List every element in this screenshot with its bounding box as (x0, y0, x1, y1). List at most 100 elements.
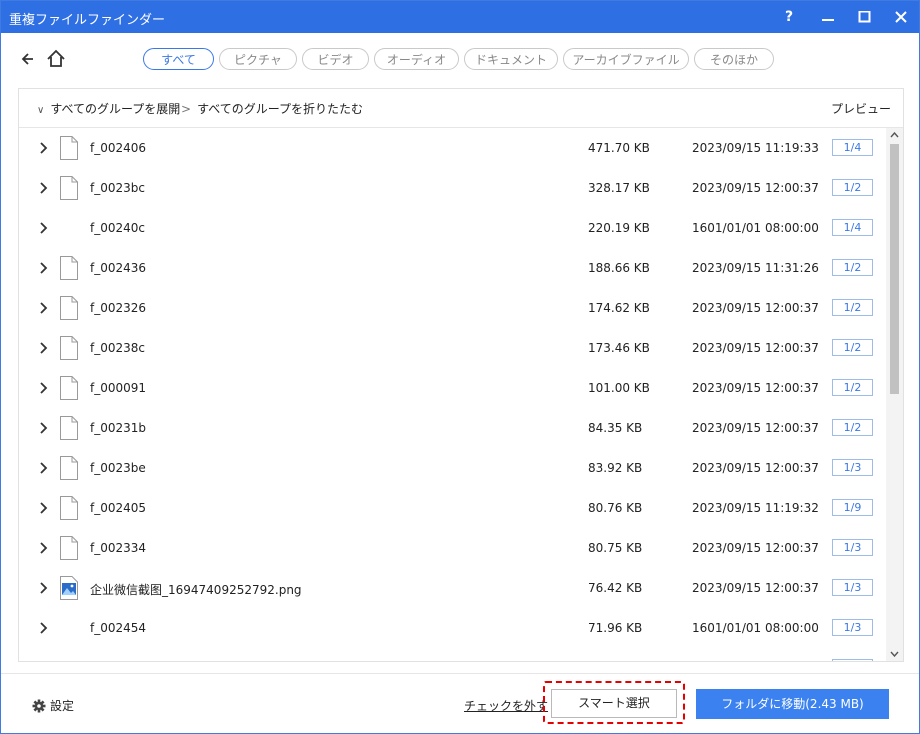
home-button[interactable] (45, 48, 67, 70)
list-item[interactable]: f_0023bc 328.17 KB 2023/09/15 12:00:37 1/2 (19, 168, 885, 208)
tab-documents[interactable]: ドキュメント (464, 48, 558, 70)
list-item[interactable]: f_000091 101.00 KB 2023/09/15 12:00:37 1/2 (19, 368, 885, 408)
arrow-left-icon (21, 53, 33, 65)
minimize-icon (822, 19, 834, 21)
chevron-right-icon[interactable] (39, 221, 49, 235)
list-item[interactable]: f_00240c 220.19 KB 1601/01/01 08:00:00 1/4 (19, 208, 885, 248)
chevron-right-icon[interactable] (39, 461, 49, 475)
group-badge[interactable]: 1/2 (832, 259, 873, 276)
chevron-right-icon[interactable] (39, 421, 49, 435)
file-name: f_002334 (90, 541, 147, 555)
chevron-right-icon[interactable] (39, 621, 49, 635)
chevron-right-icon[interactable] (39, 541, 49, 555)
tab-all[interactable]: すべて (143, 48, 214, 70)
maximize-icon (858, 11, 871, 23)
list-item[interactable]: f_002326 174.62 KB 2023/09/15 12:00:37 1/2 (19, 288, 885, 328)
group-badge[interactable]: 1/2 (832, 299, 873, 316)
results-panel: ∨ すべてのグループを展開 > すべてのグループを折りたたむ プレビュー f_002… (18, 88, 904, 662)
file-name: f_000091 (90, 381, 147, 395)
scroll-up-icon[interactable] (890, 132, 899, 138)
file-size: 80.75 KB (588, 541, 643, 555)
list-item[interactable]: f_0023be 83.92 KB 2023/09/15 12:00:37 1/3 (19, 448, 885, 488)
file-name: f_002454 (90, 621, 147, 635)
tab-others[interactable]: そのほか (694, 48, 774, 70)
vertical-scrollbar[interactable] (886, 128, 903, 661)
tab-audio[interactable]: オーディオ (374, 48, 459, 70)
help-button[interactable]: ? (777, 5, 801, 29)
group-badge[interactable]: 1/3 (832, 619, 873, 636)
back-button[interactable] (19, 49, 41, 69)
preview-toggle[interactable]: プレビュー (831, 100, 891, 117)
file-size: 174.62 KB (588, 301, 650, 315)
file-date: 2023/09/15 11:19:33 (692, 141, 819, 155)
tab-pictures[interactable]: ピクチャ (219, 48, 297, 70)
file-size: 220.19 KB (588, 221, 650, 235)
group-badge[interactable]: 1/4 (832, 139, 873, 156)
group-badge[interactable]: 1/3 (832, 539, 873, 556)
file-date: 2023/09/15 12:00:37 (692, 301, 819, 315)
file-name: f_0023bc (90, 181, 145, 195)
collapse-all-button[interactable]: > すべてのグループを折りたたむ (181, 100, 363, 117)
chevron-down-icon: ∨ (37, 105, 45, 116)
group-badge[interactable]: 1/2 (832, 179, 873, 196)
close-icon (895, 11, 907, 23)
group-badge[interactable]: 1/2 (832, 339, 873, 356)
file-date: 2023/09/15 11:19:32 (692, 501, 819, 515)
minimize-button[interactable] (816, 5, 840, 29)
chevron-right-icon[interactable] (39, 261, 49, 275)
list-item[interactable]: f_00231b 84.35 KB 2023/09/15 12:00:37 1/2 (19, 408, 885, 448)
maximize-button[interactable] (853, 5, 877, 29)
file-date: 2023/09/15 12:00:37 (692, 541, 819, 555)
group-badge[interactable]: 1/9 (832, 499, 873, 516)
close-button[interactable] (889, 5, 913, 29)
list-item[interactable]: f_002334 80.75 KB 2023/09/15 12:00:37 1/3 (19, 528, 885, 568)
file-list: f_002406 471.70 KB 2023/09/15 11:19:33 1/4 f… (19, 128, 885, 661)
group-badge[interactable]: 1/3 (832, 459, 873, 476)
chevron-right-icon[interactable] (39, 501, 49, 515)
group-badge[interactable]: 1/3 (832, 579, 873, 596)
smart-select-button[interactable]: スマート選択 (551, 689, 677, 718)
expand-all-button[interactable]: ∨ すべてのグループを展開 (37, 100, 180, 117)
list-item[interactable]: f_002454 71.96 KB 1601/01/01 08:00:00 1/3 (19, 608, 885, 648)
chevron-right-icon[interactable] (39, 341, 49, 355)
uncheck-link[interactable]: チェックを外す (464, 697, 548, 714)
group-badge[interactable]: 1/2 (832, 419, 873, 436)
gear-icon (32, 699, 46, 713)
chevron-right-icon[interactable] (39, 141, 49, 155)
title-bar: 重複ファイルファインダー ? (1, 1, 919, 33)
file-name: f_002326 (90, 301, 147, 315)
file-icon (60, 456, 78, 480)
chevron-right-icon[interactable] (39, 581, 49, 595)
file-date: 2023/09/15 11:31:26 (692, 261, 819, 275)
scrollbar-thumb[interactable] (890, 144, 899, 394)
chevron-right-icon[interactable] (39, 381, 49, 395)
chevron-right-icon[interactable] (39, 181, 49, 195)
file-size: 101.00 KB (588, 381, 650, 395)
file-icon (60, 136, 78, 160)
file-name: f_00231b (90, 421, 147, 435)
group-badge[interactable]: 1/2 (832, 379, 873, 396)
list-item[interactable]: f_00238c 173.46 KB 2023/09/15 12:00:37 1/2 (19, 328, 885, 368)
settings-button[interactable]: 設定 (32, 697, 74, 714)
group-badge[interactable]: 1/4 (832, 219, 873, 236)
scroll-down-icon[interactable] (890, 651, 899, 657)
file-icon (60, 496, 78, 520)
file-icon (60, 176, 78, 200)
file-date: 2023/09/15 12:00:37 (692, 461, 819, 475)
list-header: ∨ すべてのグループを展開 > すべてのグループを折りたたむ プレビュー (19, 89, 903, 128)
file-name: f_002406 (90, 141, 147, 155)
chevron-right-icon[interactable] (39, 301, 49, 315)
file-size: 83.92 KB (588, 461, 643, 475)
file-name: 企业微信截图_16947409252792.png (90, 583, 302, 597)
list-item[interactable]: f_002436 188.66 KB 2023/09/15 11:31:26 1/2 (19, 248, 885, 288)
file-icon (60, 376, 78, 400)
list-item[interactable]: 企业微信截图_16947409252792.png 76.42 KB 2023/09… (19, 568, 885, 608)
file-date: 2023/09/15 12:00:37 (692, 421, 819, 435)
move-to-folder-button[interactable]: フォルダに移動(2.43 MB) (696, 689, 889, 719)
list-item[interactable]: f_002405 80.76 KB 2023/09/15 11:19:32 1/9 (19, 488, 885, 528)
tab-videos[interactable]: ビデオ (302, 48, 369, 70)
file-date: 1601/01/01 08:00:00 (692, 221, 819, 235)
list-item[interactable]: f_002406 471.70 KB 2023/09/15 11:19:33 1/4 (19, 128, 885, 168)
file-date: 1601/01/01 08:00:00 (692, 621, 819, 635)
tab-archives[interactable]: アーカイブファイル (563, 48, 689, 70)
